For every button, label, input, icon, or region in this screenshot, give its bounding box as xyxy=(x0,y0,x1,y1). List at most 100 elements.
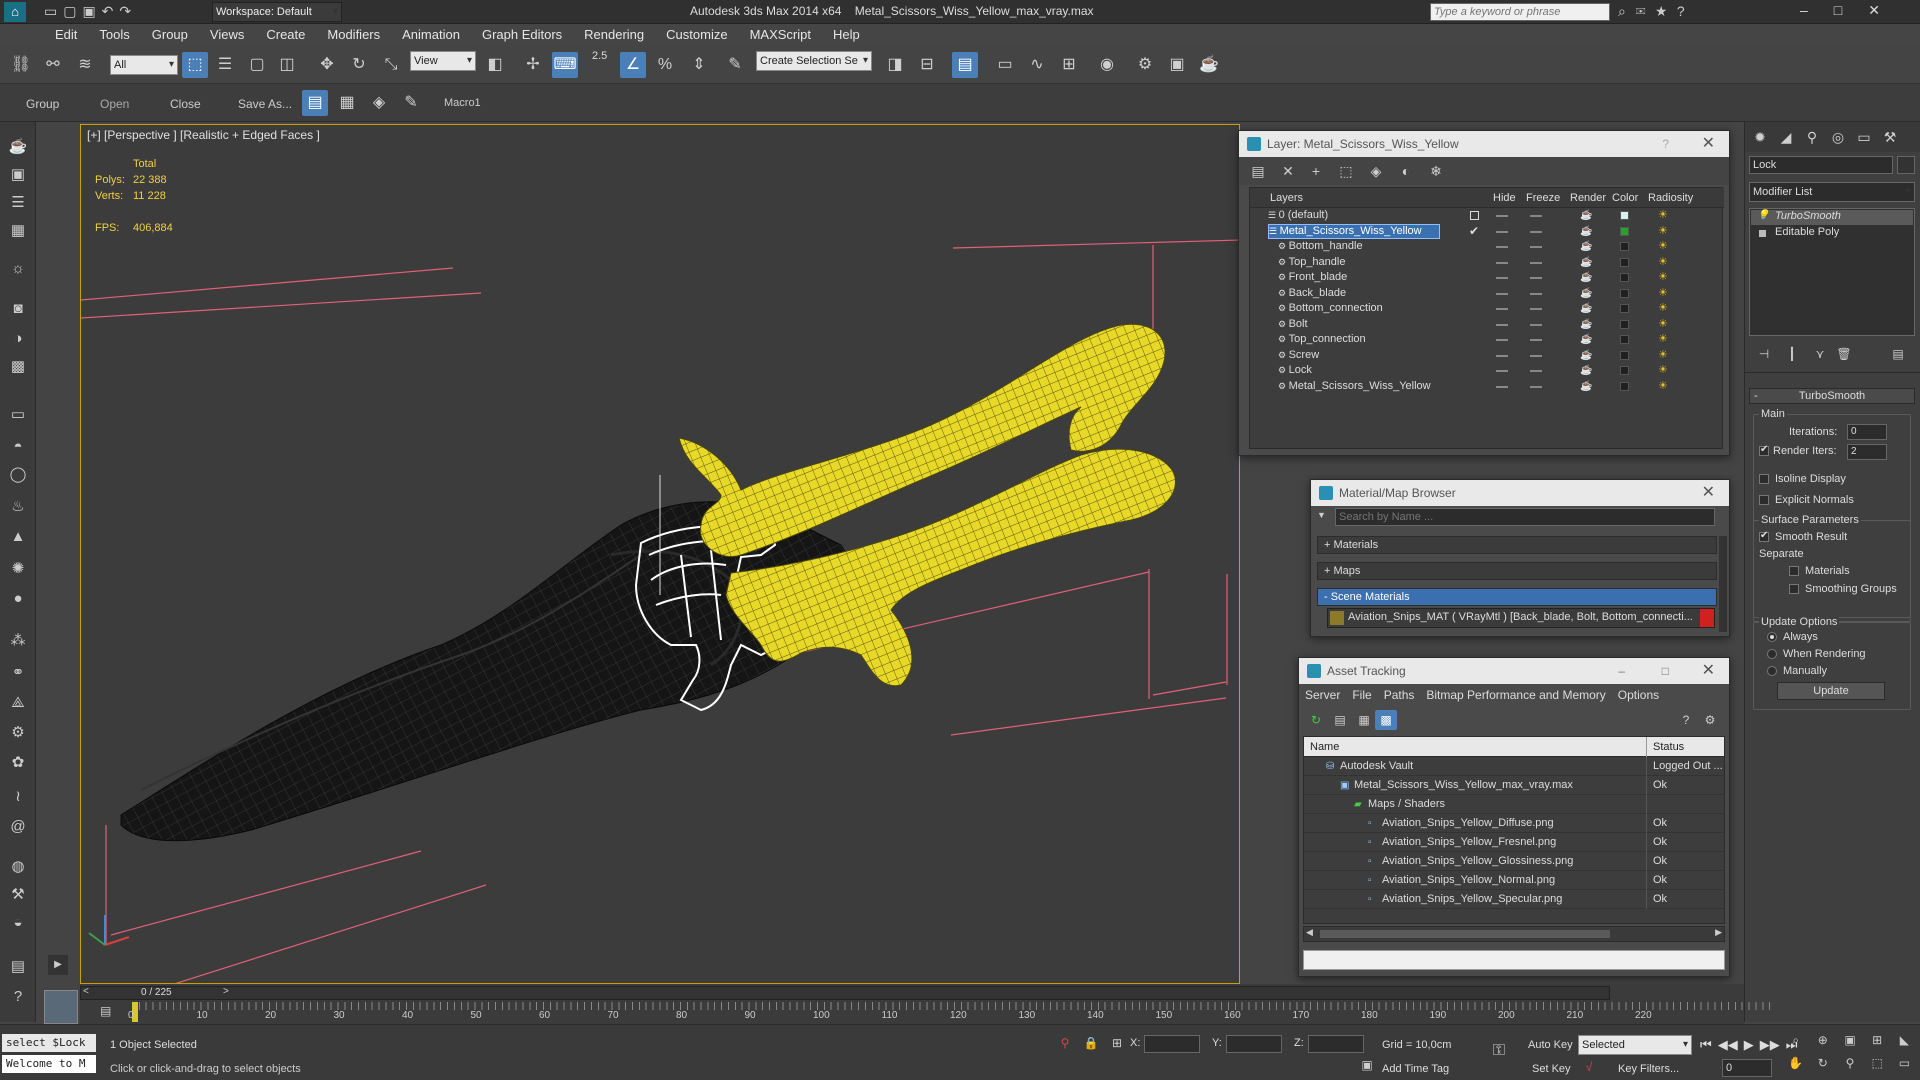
modifier-list-dropdown[interactable]: Modifier List xyxy=(1749,182,1915,202)
zoom-icon[interactable]: ⌕ xyxy=(1782,1033,1809,1056)
delete-layer-icon[interactable]: ✕ xyxy=(1275,158,1301,184)
zoom-extents-icon[interactable]: ▣ xyxy=(1836,1033,1863,1056)
utilities-tab-icon[interactable]: ⚒ xyxy=(1877,124,1903,150)
pan-icon[interactable]: ✋ xyxy=(1782,1056,1809,1078)
add-to-layer-icon[interactable]: + xyxy=(1303,158,1329,184)
refresh-icon[interactable]: ↻ xyxy=(1303,710,1329,730)
configure-sets-icon[interactable]: ▤ xyxy=(1885,344,1911,364)
freeze-toggle[interactable] xyxy=(1530,292,1542,295)
iterations-spinner[interactable]: 0 xyxy=(1847,424,1887,440)
auto-key-button[interactable]: Auto Key xyxy=(1528,1039,1573,1051)
menu-server[interactable]: Server xyxy=(1305,688,1340,702)
isoline-checkbox[interactable] xyxy=(1759,474,1769,484)
expand-arrow-icon[interactable]: ▶ xyxy=(48,955,68,975)
hide-toggle[interactable] xyxy=(1496,339,1508,341)
menu-help[interactable]: Help xyxy=(822,24,871,46)
absolute-mode-icon[interactable]: ⊞ xyxy=(1104,1033,1130,1053)
layer-row[interactable]: ⚙ Bottom_handle ☕ ☀ xyxy=(1250,239,1724,254)
hide-toggle[interactable] xyxy=(1496,370,1508,372)
layer-color-swatch[interactable] xyxy=(1620,304,1629,313)
asset-row[interactable]: ▫ Aviation_Snips_Yellow_Specular.png Ok xyxy=(1304,890,1724,909)
asset-hscrollbar[interactable]: ◀ ▶ xyxy=(1303,926,1725,942)
freeze-toggle[interactable] xyxy=(1530,230,1542,233)
layer-row[interactable]: ☰ 0 (default) ☕ ☀ xyxy=(1250,208,1724,223)
orbit-icon[interactable]: ↻ xyxy=(1809,1056,1836,1078)
layer-row[interactable]: ⚙ Back_blade ☕ ☀ xyxy=(1250,286,1724,301)
reference-coord-dropdown[interactable]: View xyxy=(410,51,476,71)
teapot2-icon[interactable]: ♨ xyxy=(6,496,30,518)
fov-icon[interactable]: ◣ xyxy=(1891,1033,1918,1056)
layer-color-swatch[interactable] xyxy=(1620,319,1629,329)
selection-filter-dropdown[interactable]: All xyxy=(110,55,178,75)
render-setup-icon[interactable]: ⚙ xyxy=(1132,52,1158,78)
layer-row[interactable]: ⚙ Screw ☕ ☀ xyxy=(1250,348,1724,363)
tool-icon[interactable]: ⚒ xyxy=(6,884,30,906)
layer-row[interactable]: ⚙ Top_handle ☕ ☀ xyxy=(1250,255,1724,270)
render-teapot-icon[interactable]: ☕ xyxy=(1580,363,1592,378)
angle-snap-icon[interactable]: ∠ xyxy=(620,52,646,78)
layer-color-swatch[interactable] xyxy=(1620,366,1629,375)
perspective-viewport[interactable]: [+] [Perspective ] [Realistic + Edged Fa… xyxy=(80,124,1240,984)
layer-icon[interactable]: ▤ xyxy=(302,90,328,116)
app-logo-icon[interactable]: ⌂ xyxy=(4,2,26,22)
layer-row[interactable]: ⚙ Metal_Scissors_Wiss_Yellow ☕ ☀ xyxy=(1250,379,1724,394)
save-as-button[interactable]: Save As... xyxy=(238,97,292,111)
asset-path-field[interactable] xyxy=(1303,950,1725,970)
explicit-normals-checkbox[interactable] xyxy=(1759,495,1769,505)
list-icon[interactable]: ☰ xyxy=(6,192,30,214)
layer-name-cell[interactable]: ⚙ Top_handle xyxy=(1278,255,1428,270)
layer-window-titlebar[interactable]: Layer: Metal_Scissors_Wiss_Yellow ? ✕ xyxy=(1239,131,1729,157)
layer-color-swatch[interactable] xyxy=(1620,288,1629,298)
walk-icon[interactable]: ⚲ xyxy=(1836,1056,1863,1078)
col-render[interactable]: Render xyxy=(1570,188,1606,208)
scene-material-item[interactable]: Aviation_Snips_MAT ( VRayMtl ) [Back_bla… xyxy=(1327,608,1715,628)
keyboard-shortcut-icon[interactable]: ⌨ xyxy=(552,52,578,78)
render-teapot-icon[interactable]: ☕ xyxy=(1580,317,1592,332)
particles-icon[interactable]: ⁂ xyxy=(6,630,30,652)
radiosity-icon[interactable]: ☀ xyxy=(1658,348,1668,363)
smooth-result-checkbox[interactable] xyxy=(1759,530,1769,542)
layer-color-swatch[interactable] xyxy=(1620,381,1629,391)
render-teapot-icon[interactable]: ☕ xyxy=(1580,301,1592,316)
hide-toggle[interactable] xyxy=(1496,385,1508,388)
layer-row[interactable]: ⚙ Lock ☕ ☀ xyxy=(1250,363,1724,378)
new-layer-icon[interactable]: ▤ xyxy=(1245,158,1271,184)
select-by-name-icon[interactable]: ☰ xyxy=(212,52,238,78)
radiosity-icon[interactable]: ☀ xyxy=(1658,208,1668,223)
open-button[interactable]: Open xyxy=(100,97,129,111)
time-tag-icon[interactable]: ▣ xyxy=(1354,1055,1380,1075)
prev-frame-icon[interactable]: < xyxy=(83,986,89,997)
maps-section[interactable]: + Maps xyxy=(1317,562,1717,580)
rendered-frame-icon[interactable]: ▣ xyxy=(1164,52,1190,78)
freeze-toggle[interactable] xyxy=(1530,385,1542,388)
settings-icon[interactable]: ⚙ xyxy=(1697,710,1723,730)
highlight-layer-icon[interactable]: ◈ xyxy=(1363,158,1389,184)
sun-icon[interactable]: ✺ xyxy=(6,558,30,580)
pin-stack-icon[interactable]: ⊣ xyxy=(1751,344,1777,364)
triangle-icon[interactable]: ⟁ xyxy=(6,692,30,714)
menu-maxscript[interactable]: MAXScript xyxy=(739,24,822,46)
y-coordinate-input[interactable] xyxy=(1226,1035,1282,1053)
mini-viewport-button[interactable] xyxy=(44,990,78,1024)
quick-access-icons[interactable]: ▭▢▣↶↷ xyxy=(44,3,137,20)
rect-selection-icon[interactable]: ▢ xyxy=(244,52,270,78)
material-slate-icon[interactable]: ◈ xyxy=(366,90,392,116)
play-icon[interactable]: ▶ xyxy=(1744,1037,1754,1053)
sound-icon[interactable]: ◑ xyxy=(6,328,30,350)
key-set-dropdown[interactable]: Selected xyxy=(1578,1035,1692,1055)
menu-rendering[interactable]: Rendering xyxy=(573,24,655,46)
render-icon[interactable]: ☕ xyxy=(1196,52,1222,78)
zoom-extents-all-icon[interactable]: ⊞ xyxy=(1864,1033,1891,1056)
menu-views[interactable]: Views xyxy=(199,24,255,46)
render-teapot-icon[interactable]: ☕ xyxy=(1580,286,1592,301)
radiosity-icon[interactable]: ☀ xyxy=(1658,379,1668,394)
film-icon[interactable]: ▩ xyxy=(6,356,30,378)
freeze-toggle[interactable] xyxy=(1530,261,1542,264)
col-freeze[interactable]: Freeze xyxy=(1526,188,1560,208)
menu-group[interactable]: Group xyxy=(141,24,199,46)
material-editor-icon[interactable]: ◉ xyxy=(1094,52,1120,78)
x-coordinate-input[interactable] xyxy=(1144,1035,1200,1053)
table-view-icon[interactable]: ▦ xyxy=(1351,710,1377,730)
layer-color-swatch[interactable] xyxy=(1620,350,1629,360)
materials-checkbox[interactable] xyxy=(1789,566,1799,576)
